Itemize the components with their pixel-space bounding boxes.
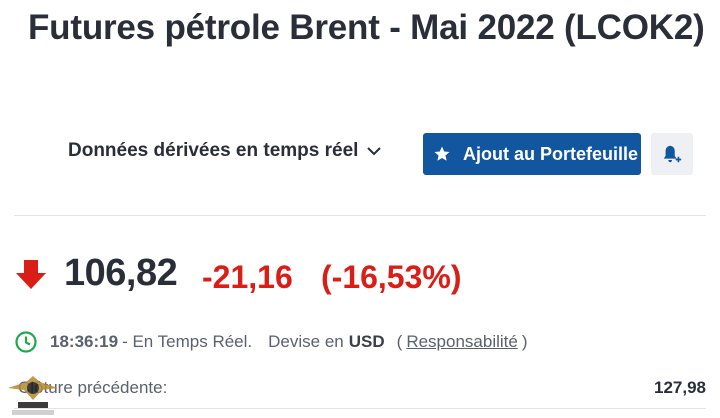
previous-close-row: Clôture précédente: 127,98 [0,376,720,402]
row-divider [14,408,706,409]
data-type-label: Données dérivées en temps réel [68,140,359,161]
currency-label: Devise en [268,332,344,351]
down-arrow-icon [16,260,46,289]
chevron-down-icon [367,147,382,156]
star-icon [434,146,450,161]
disclaimer-paren-open: ( [396,332,403,351]
bell-plus-icon [663,145,682,163]
header-divider [14,215,706,216]
create-alert-button[interactable] [651,133,693,175]
add-to-portfolio-button[interactable]: Ajout au Portefeuille [423,133,641,175]
data-type-dropdown[interactable]: Données dérivées en temps réel [68,140,382,162]
price-quote: 106,82 -21,16 (-16,53%) [14,250,714,306]
clock-icon [15,331,37,353]
realtime-label: - En Temps Réel. [122,332,253,351]
quote-status-row: 18:36:19 - En Temps Réel. Devise en USD … [14,330,714,354]
disclaimer-link[interactable]: Responsabilité [406,332,518,352]
quote-time: 18:36:19 [50,332,119,351]
toolbar: Données dérivées en temps réel Ajout au … [0,128,720,180]
previous-close-value: 127,98 [654,378,706,397]
price-change: -21,16 [202,259,293,295]
page-title: Futures pétrole Brent - Mai 2022 (LCOK2) [28,8,705,47]
disclaimer-paren-close: ) [521,332,528,351]
watermark-logo [8,376,58,415]
add-to-portfolio-label: Ajout au Portefeuille [463,143,639,164]
last-price: 106,82 [64,252,178,294]
price-change-percent: (-16,53%) [321,259,462,295]
currency-value: USD [348,332,385,351]
